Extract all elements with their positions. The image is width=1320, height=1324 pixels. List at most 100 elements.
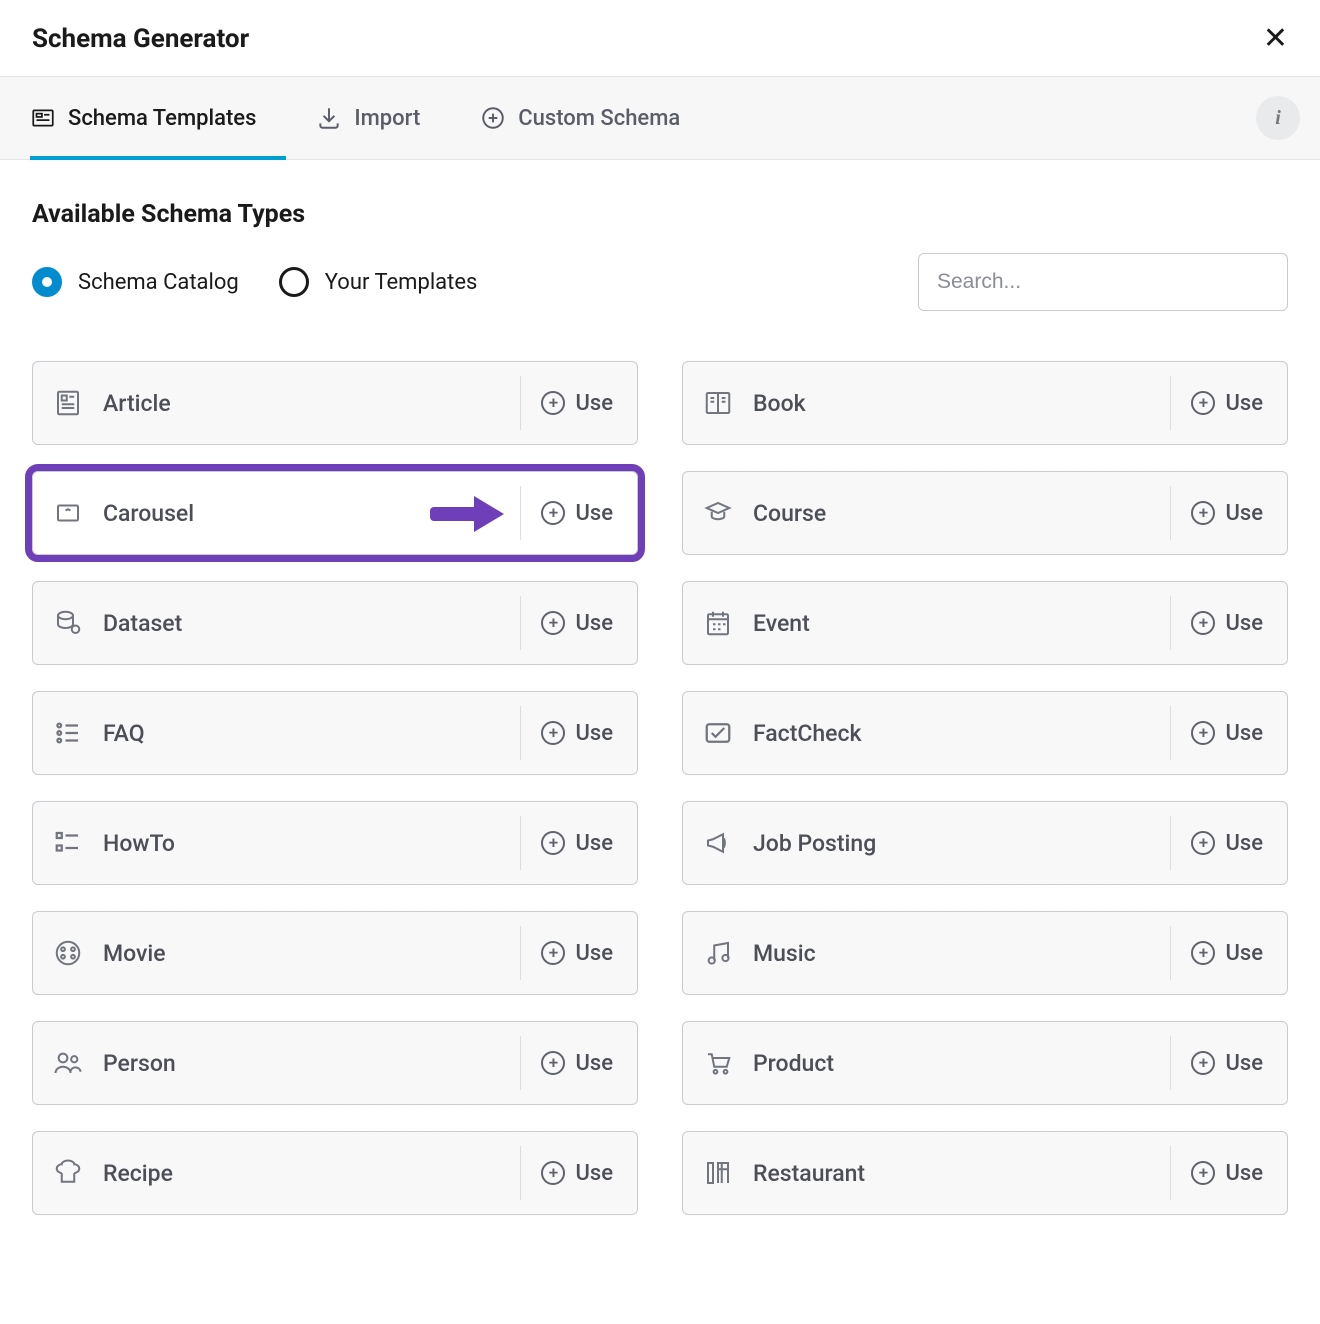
schema-card-course[interactable]: Course + Use xyxy=(682,471,1288,555)
tab-custom-schema[interactable]: Custom Schema xyxy=(450,77,710,159)
plus-circle-icon: + xyxy=(1191,831,1215,855)
modal-header: Schema Generator ✕ xyxy=(0,0,1320,76)
use-button[interactable]: + Use xyxy=(520,486,637,540)
search-input[interactable] xyxy=(918,253,1288,311)
info-button[interactable]: i xyxy=(1256,96,1300,140)
close-icon: ✕ xyxy=(1263,22,1288,55)
schema-card-carousel[interactable]: Carousel + Use xyxy=(32,471,638,555)
megaphone-icon xyxy=(683,828,753,858)
use-button[interactable]: + Use xyxy=(1170,1146,1287,1200)
arrow-icon xyxy=(430,496,510,530)
person-icon xyxy=(33,1048,103,1078)
use-button[interactable]: + Use xyxy=(1170,926,1287,980)
dataset-icon xyxy=(33,608,103,638)
card-label: Restaurant xyxy=(753,1160,1170,1187)
music-icon xyxy=(683,938,753,968)
carousel-icon xyxy=(33,498,103,528)
card-label: HowTo xyxy=(103,830,520,857)
card-label: Article xyxy=(103,390,520,417)
radio-schema-catalog[interactable]: Schema Catalog xyxy=(32,267,239,297)
tab-schema-templates[interactable]: Schema Templates xyxy=(0,77,286,159)
schema-grid: Article + Use Book + Use Carousel xyxy=(32,361,1288,1215)
plus-circle-icon: + xyxy=(541,611,565,635)
use-button[interactable]: + Use xyxy=(520,596,637,650)
use-button[interactable]: + Use xyxy=(520,706,637,760)
schema-card-music[interactable]: Music + Use xyxy=(682,911,1288,995)
plus-circle-icon: + xyxy=(541,1161,565,1185)
use-label: Use xyxy=(1225,721,1263,746)
use-button[interactable]: + Use xyxy=(520,376,637,430)
use-label: Use xyxy=(1225,391,1263,416)
schema-card-movie[interactable]: Movie + Use xyxy=(32,911,638,995)
card-label: Person xyxy=(103,1050,520,1077)
plus-circle-icon: + xyxy=(541,831,565,855)
radio-your-templates[interactable]: Your Templates xyxy=(279,267,478,297)
plus-circle-icon: + xyxy=(1191,721,1215,745)
card-label: FactCheck xyxy=(753,720,1170,747)
schema-card-product[interactable]: Product + Use xyxy=(682,1021,1288,1105)
card-label: Event xyxy=(753,610,1170,637)
movie-icon xyxy=(33,938,103,968)
schema-card-person[interactable]: Person + Use xyxy=(32,1021,638,1105)
card-label: Book xyxy=(753,390,1170,417)
card-label: FAQ xyxy=(103,720,520,747)
use-button[interactable]: + Use xyxy=(1170,1036,1287,1090)
plus-circle-icon xyxy=(480,105,506,131)
article-icon xyxy=(33,388,103,418)
use-label: Use xyxy=(575,611,613,636)
factcheck-icon xyxy=(683,718,753,748)
section-title: Available Schema Types xyxy=(32,200,1288,229)
use-button[interactable]: + Use xyxy=(1170,706,1287,760)
plus-circle-icon: + xyxy=(1191,1161,1215,1185)
schema-card-faq[interactable]: FAQ + Use xyxy=(32,691,638,775)
import-icon xyxy=(316,105,342,131)
template-icon xyxy=(30,105,56,131)
schema-card-howto[interactable]: HowTo + Use xyxy=(32,801,638,885)
plus-circle-icon: + xyxy=(541,1051,565,1075)
radio-icon xyxy=(279,267,309,297)
schema-card-factcheck[interactable]: FactCheck + Use xyxy=(682,691,1288,775)
tab-label: Schema Templates xyxy=(68,106,256,131)
plus-circle-icon: + xyxy=(1191,501,1215,525)
schema-card-event[interactable]: Event + Use xyxy=(682,581,1288,665)
use-button[interactable]: + Use xyxy=(520,1146,637,1200)
card-label: Movie xyxy=(103,940,520,967)
info-icon: i xyxy=(1275,107,1281,130)
schema-card-book[interactable]: Book + Use xyxy=(682,361,1288,445)
course-icon xyxy=(683,498,753,528)
radio-label: Schema Catalog xyxy=(78,270,239,295)
use-label: Use xyxy=(575,831,613,856)
event-icon xyxy=(683,608,753,638)
use-button[interactable]: + Use xyxy=(1170,596,1287,650)
schema-card-recipe[interactable]: Recipe + Use xyxy=(32,1131,638,1215)
use-button[interactable]: + Use xyxy=(520,1036,637,1090)
card-label: Job Posting xyxy=(753,830,1170,857)
use-button[interactable]: + Use xyxy=(520,816,637,870)
schema-card-jobposting[interactable]: Job Posting + Use xyxy=(682,801,1288,885)
plus-circle-icon: + xyxy=(541,391,565,415)
schema-card-dataset[interactable]: Dataset + Use xyxy=(32,581,638,665)
search-box xyxy=(918,253,1288,311)
card-label: Carousel xyxy=(103,500,194,527)
use-button[interactable]: + Use xyxy=(1170,816,1287,870)
highlight-arrow xyxy=(194,496,520,530)
schema-card-article[interactable]: Article + Use xyxy=(32,361,638,445)
use-button[interactable]: + Use xyxy=(1170,376,1287,430)
cart-icon xyxy=(683,1048,753,1078)
schema-card-restaurant[interactable]: Restaurant + Use xyxy=(682,1131,1288,1215)
plus-circle-icon: + xyxy=(1191,391,1215,415)
chef-hat-icon xyxy=(33,1158,103,1188)
tab-label: Custom Schema xyxy=(518,106,680,131)
plus-circle-icon: + xyxy=(541,721,565,745)
tab-import[interactable]: Import xyxy=(286,77,450,159)
use-label: Use xyxy=(1225,831,1263,856)
use-button[interactable]: + Use xyxy=(520,926,637,980)
radio-icon xyxy=(32,267,62,297)
close-button[interactable]: ✕ xyxy=(1263,24,1288,54)
use-label: Use xyxy=(1225,501,1263,526)
use-button[interactable]: + Use xyxy=(1170,486,1287,540)
radio-label: Your Templates xyxy=(325,270,478,295)
card-label: Music xyxy=(753,940,1170,967)
book-icon xyxy=(683,388,753,418)
controls-row: Schema Catalog Your Templates xyxy=(32,253,1288,311)
